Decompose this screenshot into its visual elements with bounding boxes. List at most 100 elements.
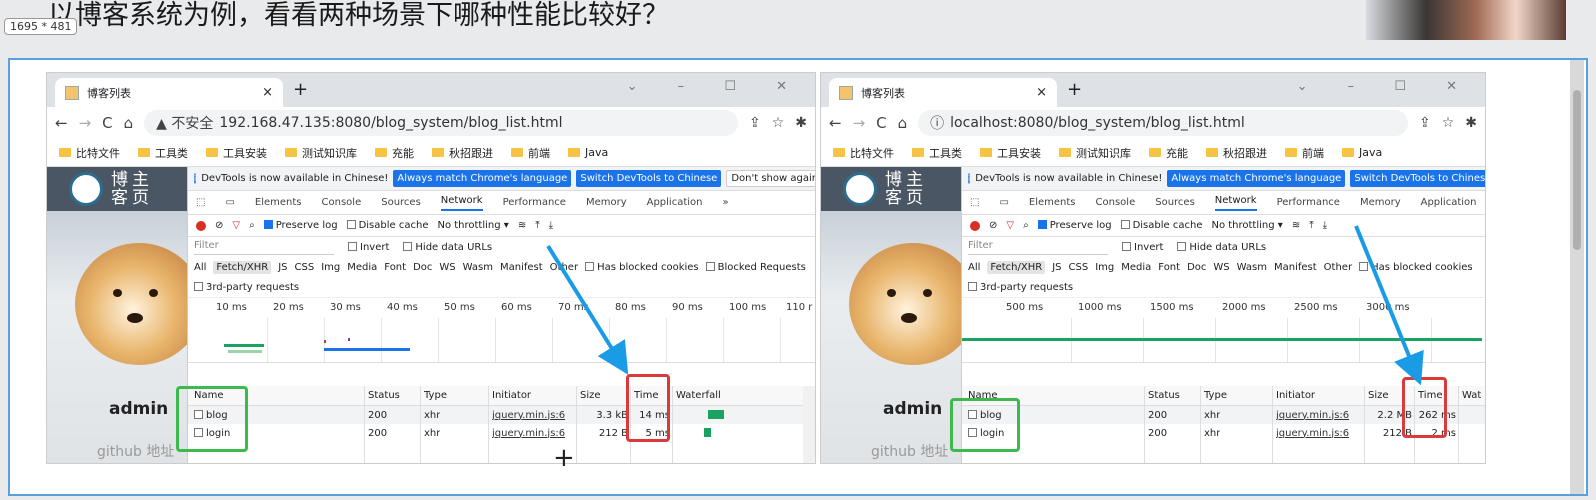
panel-tab[interactable]: Console (1096, 197, 1136, 208)
close-tab-icon[interactable]: × (262, 85, 273, 100)
panel-tab[interactable]: Performance (1277, 197, 1340, 208)
column-divider[interactable] (420, 386, 421, 463)
column-header[interactable]: Status (1148, 390, 1180, 401)
inspect-icon[interactable]: ⬚ (970, 197, 979, 208)
type-filter-button[interactable]: Doc (413, 262, 432, 273)
window-controls[interactable]: ⌄ – ☐ ✕ (1297, 79, 1475, 94)
switch-language-button[interactable]: Switch DevTools to Chinese (576, 170, 722, 187)
star-icon[interactable]: ☆ (1442, 115, 1455, 131)
bookmark-item[interactable]: 前端 (1285, 145, 1324, 161)
bookmark-item[interactable]: 工具安装 (980, 145, 1041, 161)
upload-icon[interactable]: ⤒ (535, 220, 539, 231)
forward-icon[interactable]: → (79, 114, 92, 132)
filter-input[interactable]: Filter (968, 240, 1108, 255)
throttling-select[interactable]: No throttling ▾ (437, 220, 508, 231)
download-icon[interactable]: ⤓ (549, 220, 553, 231)
bookmark-item[interactable]: Java (568, 146, 608, 159)
type-filter-button[interactable]: Other (1324, 262, 1352, 273)
type-filter-button[interactable]: Manifest (500, 262, 543, 273)
table-scrollbar[interactable] (803, 386, 815, 463)
panel-tab[interactable]: Memory (586, 197, 627, 208)
panel-tab[interactable]: » (722, 197, 728, 208)
forward-icon[interactable]: → (853, 114, 866, 132)
type-filter-button[interactable]: Media (347, 262, 377, 273)
type-filter-button[interactable]: Manifest (1274, 262, 1317, 273)
record-icon[interactable] (196, 220, 206, 231)
star-icon[interactable]: ☆ (772, 115, 785, 131)
bookmark-item[interactable]: 工具安装 (206, 145, 267, 161)
preserve-log-checkbox[interactable]: Preserve log (263, 220, 338, 231)
column-header[interactable]: Initiator (1276, 390, 1315, 401)
url-input[interactable]: ⓘ localhost:8080/blog_system/blog_list.h… (918, 110, 1408, 136)
panel-tab[interactable]: Application (647, 197, 703, 208)
share-icon[interactable]: ⇪ (1419, 115, 1431, 131)
type-filter-button[interactable]: WS (439, 262, 455, 273)
column-header[interactable]: Size (1368, 390, 1389, 401)
column-header[interactable]: Size (580, 390, 601, 401)
type-filter-button[interactable]: All (194, 262, 206, 273)
column-divider[interactable] (1272, 386, 1273, 463)
clear-icon[interactable]: ⊘ (989, 220, 997, 231)
inspect-icon[interactable]: ⬚ (196, 197, 205, 208)
blocked-requests-checkbox[interactable]: Blocked Requests (705, 261, 806, 273)
type-filter-button[interactable]: CSS (1069, 262, 1089, 273)
bookmark-item[interactable]: 秋招跟进 (1206, 145, 1267, 161)
third-party-checkbox[interactable]: 3rd-party requests (194, 281, 299, 293)
browser-tab[interactable]: 博客列表 × (829, 78, 1057, 107)
panel-tab[interactable]: Elements (255, 197, 302, 208)
panel-tab[interactable]: Console (322, 197, 362, 208)
bookmark-item[interactable]: 充能 (375, 145, 414, 161)
back-icon[interactable]: ← (55, 114, 68, 132)
url-input[interactable]: ▲ 不安全 192.168.47.135:8080/blog_system/bl… (144, 110, 738, 136)
scrollbar-thumb[interactable] (1573, 90, 1581, 250)
disable-cache-checkbox[interactable]: Disable cache (1120, 220, 1202, 231)
panel-tab[interactable]: Elements (1029, 197, 1076, 208)
match-language-button[interactable]: Always match Chrome's language (393, 170, 572, 187)
invert-checkbox[interactable]: Invert (348, 241, 389, 253)
close-tab-icon[interactable]: × (1036, 85, 1047, 100)
security-indicator[interactable]: ⓘ (930, 113, 944, 133)
bookmark-item[interactable]: 秋招跟进 (432, 145, 493, 161)
bookmark-item[interactable]: 工具类 (912, 145, 962, 161)
reload-icon[interactable]: C (102, 114, 112, 132)
panel-tab[interactable]: Sources (1155, 197, 1195, 208)
type-filter-button[interactable]: Img (1095, 262, 1114, 273)
bookmark-item[interactable]: 前端 (511, 145, 550, 161)
column-header[interactable]: Type (424, 390, 447, 401)
upload-icon[interactable]: ⤒ (1309, 220, 1313, 231)
column-divider[interactable] (364, 386, 365, 463)
cell-initiator[interactable]: jquery.min.js:6 (1276, 428, 1349, 439)
hide-data-urls-checkbox[interactable]: Hide data URLs (403, 241, 492, 253)
table-row[interactable]: login 200 xhr jquery.min.js:6 212 B5 ms (188, 424, 815, 442)
github-link[interactable]: github 地址 (97, 441, 174, 461)
bookmark-item[interactable]: 比特文件 (59, 145, 120, 161)
device-icon[interactable]: ▭ (225, 197, 234, 208)
type-filter-button[interactable]: CSS (295, 262, 315, 273)
type-filter-button[interactable]: Wasm (1237, 262, 1267, 273)
panel-tab[interactable]: Application (1421, 197, 1477, 208)
share-icon[interactable]: ⇪ (749, 115, 761, 131)
column-divider[interactable] (1458, 386, 1459, 463)
column-divider[interactable] (672, 386, 673, 463)
column-header[interactable]: Initiator (492, 390, 531, 401)
type-filter-button[interactable]: Fetch/XHR (213, 260, 272, 274)
network-timeline[interactable]: 500 ms 1000 ms 1500 ms 2000 ms 2500 ms 3000 m… (962, 297, 1485, 363)
filter-icon[interactable]: ▽ (232, 220, 240, 231)
extensions-icon[interactable]: ✱ (795, 115, 807, 131)
browser-tab[interactable]: 博客列表 × (55, 78, 283, 107)
type-filter-button[interactable]: Font (384, 262, 406, 273)
column-header[interactable]: Type (1204, 390, 1227, 401)
table-row[interactable]: blog 200 xhr jquery.min.js:6 3.3 kB 14 ms (188, 406, 815, 424)
preserve-log-checkbox[interactable]: Preserve log (1037, 220, 1112, 231)
switch-language-button[interactable]: Switch DevTools to Chinese (1350, 170, 1485, 187)
home-icon[interactable]: ⌂ (124, 114, 134, 132)
cell-initiator[interactable]: jquery.min.js:6 (492, 410, 565, 421)
type-filter-button[interactable]: Fetch/XHR (987, 260, 1046, 274)
type-filter-button[interactable]: WS (1213, 262, 1229, 273)
clear-icon[interactable]: ⊘ (215, 220, 223, 231)
column-header[interactable]: Wat (1462, 390, 1481, 401)
github-link[interactable]: github 地址 (871, 441, 948, 461)
throttling-select[interactable]: No throttling ▾ (1211, 220, 1282, 231)
disable-cache-checkbox[interactable]: Disable cache (346, 220, 428, 231)
column-divider[interactable] (576, 386, 577, 463)
